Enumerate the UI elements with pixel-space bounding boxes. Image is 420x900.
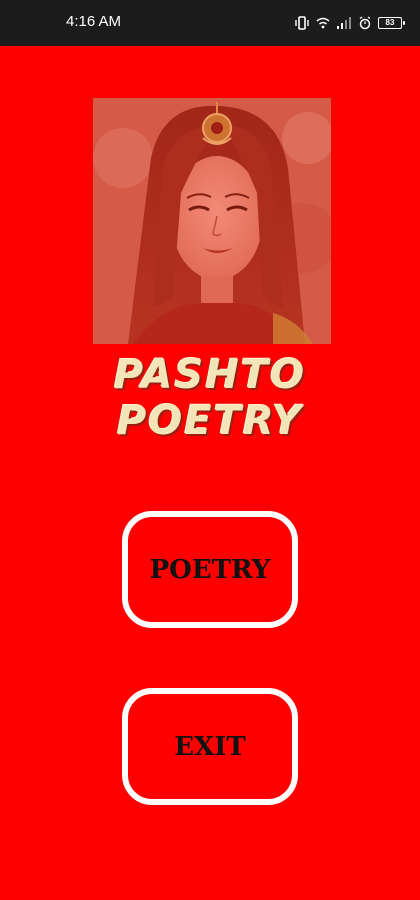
- main-screen: 4:16 AM 83 PASHTO POETRY POETRY EXIT: [0, 0, 420, 900]
- poetry-button[interactable]: POETRY: [122, 511, 298, 628]
- status-time: 4:16 AM: [66, 13, 122, 30]
- status-icons: 83: [294, 13, 405, 33]
- signal-icon: [337, 17, 351, 29]
- battery-icon: 83: [378, 17, 405, 29]
- vibrate-icon: [295, 16, 309, 30]
- exit-button[interactable]: EXIT: [122, 688, 298, 805]
- header-photo: [93, 98, 331, 344]
- status-bar: 4:16 AM 83: [0, 0, 420, 46]
- battery-level: 83: [385, 18, 395, 27]
- alarm-icon: [359, 16, 371, 30]
- app-title-line-1: PASHTO: [113, 352, 307, 398]
- app-title-line-2: POETRY: [116, 398, 304, 444]
- wifi-icon: [316, 17, 330, 29]
- portrait-image: [93, 98, 331, 344]
- app-title: PASHTO POETRY: [110, 352, 310, 444]
